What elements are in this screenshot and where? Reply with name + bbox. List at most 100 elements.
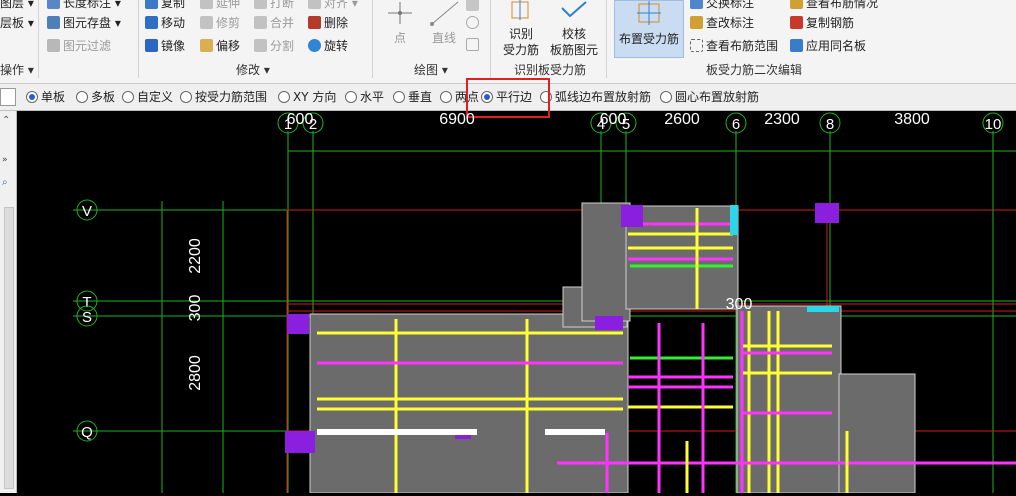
option-dropdown[interactable] — [0, 88, 16, 106]
draw-line-button[interactable]: 直线 — [424, 0, 464, 46]
radio-icon — [76, 91, 88, 103]
split-button[interactable]: 分割 — [254, 37, 294, 55]
view-status-button[interactable]: 查看布筋情况 — [790, 0, 878, 12]
radio-icon — [393, 91, 405, 103]
corner-rebar — [285, 431, 315, 453]
panel-scrollbar[interactable] — [4, 207, 14, 489]
extend-button[interactable]: 延伸 — [200, 0, 240, 12]
axis-number-label: 8 — [826, 116, 834, 133]
break-button[interactable]: 打断 — [254, 0, 294, 12]
draw-point-button[interactable]: 点 — [382, 0, 418, 46]
layer-board-button[interactable]: 层板 ▾ — [0, 14, 34, 32]
line-icon — [430, 1, 459, 26]
dimension-label: 600 — [600, 111, 627, 128]
panel-search-icon[interactable]: ⌕ — [2, 177, 8, 188]
save-element-button[interactable]: 图元存盘 ▾ — [47, 14, 121, 32]
option-multi-board[interactable]: 多板 — [76, 88, 115, 106]
radio-icon — [440, 91, 452, 103]
cad-view[interactable]: 1 2 4 5 6 8 10VTSQ 600 6900 600 2600 2300 380022003… — [17, 111, 1016, 494]
merge-button[interactable]: 合并 — [254, 14, 294, 32]
radio-icon — [122, 91, 134, 103]
panel-expand-icon[interactable]: » — [2, 155, 8, 165]
dimension-label: 3800 — [894, 111, 930, 128]
dimension-label: 6900 — [439, 111, 475, 128]
left-side-panel: ⌃ » ⌕ — [0, 111, 17, 493]
circle-icon — [466, 16, 479, 29]
offset-icon — [200, 39, 213, 52]
draw-line-label: 直线 — [431, 31, 456, 45]
range-icon — [690, 39, 703, 52]
corner-rebar — [595, 316, 623, 330]
move-button[interactable]: 移动 — [145, 14, 185, 32]
filter-icon — [47, 39, 60, 52]
view-status-icon — [790, 0, 803, 9]
delete-button[interactable]: 删除 — [308, 14, 348, 32]
radio-icon — [278, 91, 290, 103]
check-rebar-button[interactable]: 校核 板筋图元 — [548, 0, 600, 58]
split-icon — [254, 39, 267, 52]
edit-label-icon — [690, 16, 703, 29]
layer-board-label: 层板 — [0, 16, 25, 30]
trim-icon — [200, 16, 213, 29]
offset-button[interactable]: 偏移 — [200, 37, 240, 55]
align-icon — [308, 0, 321, 9]
copy-rebar-button[interactable]: 复制钢筋 — [790, 14, 854, 32]
slab-regions — [309, 202, 916, 494]
panel-chevron-up-icon[interactable]: ⌃ — [2, 115, 10, 126]
axis-letter-label: V — [82, 203, 92, 220]
draw-rect-button[interactable] — [466, 36, 482, 54]
align-button[interactable]: 对齐 ▾ — [308, 0, 358, 12]
dimension-label: 300 — [187, 295, 204, 322]
radio-icon — [26, 91, 38, 103]
edit-label-button[interactable]: 查改标注 — [690, 14, 754, 32]
option-single-board[interactable]: 单板 — [26, 88, 65, 106]
trim-button[interactable]: 修剪 — [200, 14, 240, 32]
slab-region — [838, 373, 916, 494]
option-xy-direction[interactable]: XY 方向 — [278, 88, 336, 106]
mirror-button[interactable]: 镜像 — [145, 37, 185, 55]
group-operate-label: 操作 ▾ — [0, 63, 34, 77]
dimension-label: 600 — [287, 111, 314, 128]
rectangle-icon — [466, 38, 479, 51]
rotate-icon — [308, 39, 321, 52]
copy-button[interactable]: 复制 — [145, 0, 185, 12]
check-rebar-label: 校核 板筋图元 — [549, 27, 598, 57]
extend-icon — [200, 0, 213, 9]
view-range-button[interactable]: 查看布筋范围 — [690, 37, 778, 55]
place-rebar-button[interactable]: 布置受力筋 — [614, 0, 684, 58]
option-custom[interactable]: 自定义 — [122, 88, 173, 106]
group-draw-label: 绘图 ▾ — [414, 63, 448, 77]
identify-rebar-button[interactable]: 识别 受力筋 — [498, 0, 544, 58]
option-vertical[interactable]: 垂直 — [393, 88, 432, 106]
cyan-rebar — [807, 306, 839, 312]
rotate-button[interactable]: 旋转 — [308, 37, 348, 55]
mirror-icon — [145, 39, 158, 52]
apply-icon — [790, 39, 803, 52]
option-arc-radial[interactable]: 弧线边布置放射筋 — [540, 88, 651, 106]
filter-button[interactable]: 图元过滤 — [47, 37, 111, 55]
dimension-label: 2200 — [187, 238, 204, 274]
draw-arc-button[interactable] — [466, 0, 482, 14]
dimension-label: 300 — [726, 296, 753, 313]
swap-label-button[interactable]: 交换标注 — [690, 0, 754, 12]
cyan-rebar — [730, 205, 738, 235]
radio-icon — [660, 91, 672, 103]
option-rebar-range[interactable]: 按受力筋范围 — [180, 88, 267, 106]
draw-circle-button[interactable] — [466, 14, 482, 32]
option-center-radial[interactable]: 圆心布置放射筋 — [660, 88, 759, 106]
place-rebar-label: 布置受力筋 — [618, 32, 679, 46]
axis-number-label: 10 — [985, 116, 1002, 133]
separator — [138, 0, 139, 78]
draw-point-label: 点 — [393, 31, 406, 45]
delete-icon — [308, 16, 321, 29]
check-rebar-icon — [561, 1, 587, 18]
apply-same-name-button[interactable]: 应用同名板 — [790, 37, 866, 55]
separator — [490, 0, 491, 78]
option-horizontal[interactable]: 水平 — [345, 88, 384, 106]
dimension-button[interactable]: 长度标注 ▾ — [47, 0, 121, 12]
drawing-canvas[interactable]: 1 2 4 5 6 8 10 V T S Q 600 6900 600 2600 2300 3800 2200 3… — [17, 111, 1016, 494]
save-element-icon — [47, 16, 60, 29]
axis-letter-label: Q — [81, 424, 93, 441]
layer-button[interactable]: 图层 ▾ — [0, 0, 34, 12]
group-identify-label: 识别板受力筋 — [514, 63, 587, 77]
